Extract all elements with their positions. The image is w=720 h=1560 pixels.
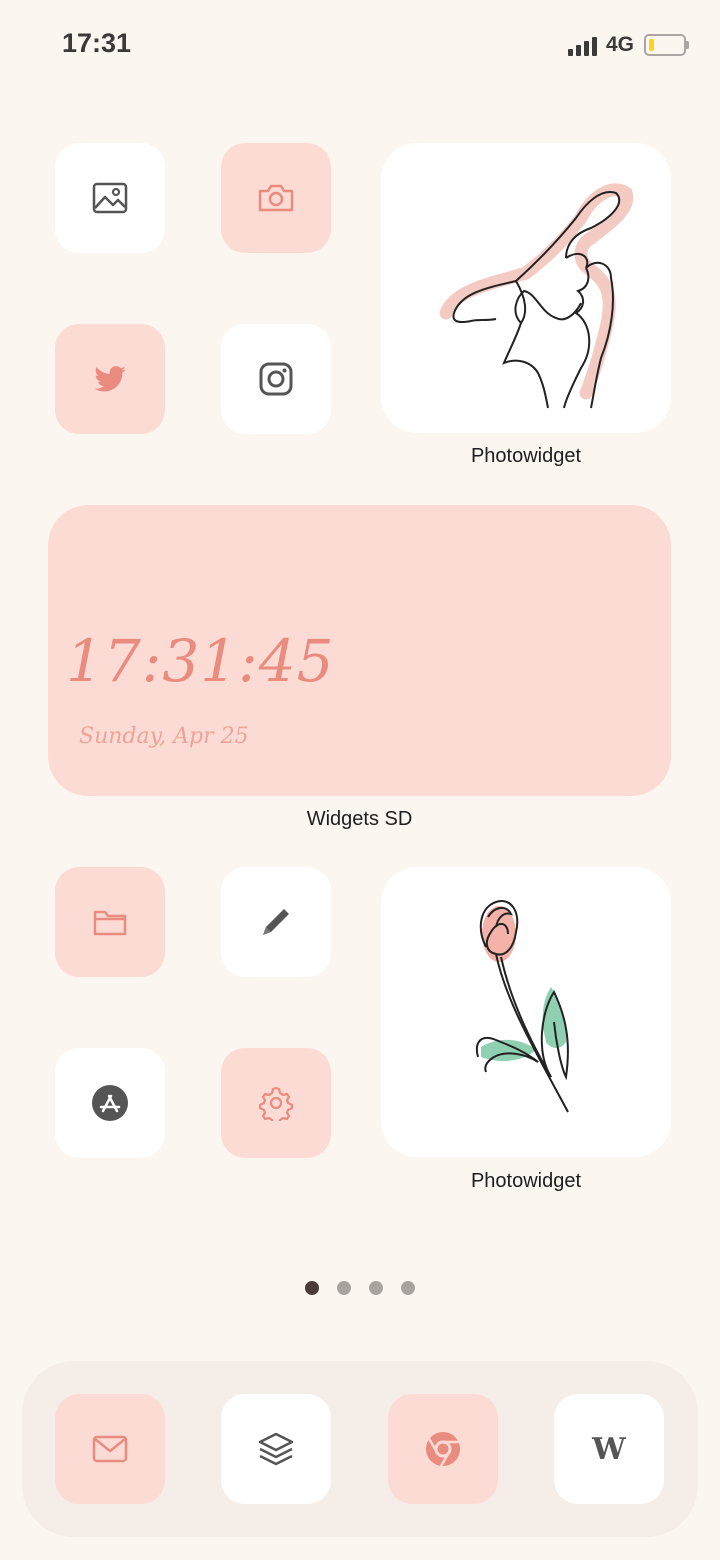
camera-app[interactable] [221, 143, 331, 253]
camera-icon [258, 184, 294, 212]
app-store-icon [92, 1085, 128, 1121]
photo-widget-top-label: Photowidget [470, 445, 582, 467]
battery-icon [644, 34, 689, 56]
gear-icon [258, 1086, 294, 1121]
photos-app[interactable] [55, 143, 165, 253]
line-art-woman-image [439, 183, 634, 409]
status-indicators: 4G [567, 33, 689, 57]
image-icon [92, 182, 128, 214]
pencil-icon [263, 909, 289, 935]
chrome-app[interactable] [388, 1394, 498, 1504]
instagram-icon [259, 362, 293, 396]
network-type: 4G [605, 33, 634, 56]
layers-icon [258, 1432, 294, 1466]
mail-app[interactable] [55, 1394, 165, 1504]
wikipedia-icon: W [592, 1431, 626, 1467]
folder-icon [93, 910, 127, 936]
clock-widget[interactable]: 17:31:45 Sunday, Apr 25 [48, 505, 671, 796]
page-indicator[interactable] [305, 1281, 415, 1295]
settings-app[interactable] [221, 1048, 331, 1158]
signal-icon [567, 34, 597, 56]
page-dot-1[interactable] [305, 1281, 319, 1295]
twitter-app[interactable] [55, 324, 165, 434]
twitter-bird-icon [94, 366, 126, 392]
wikipedia-app[interactable]: W [554, 1394, 664, 1504]
photo-widget-bottom[interactable] [381, 867, 671, 1157]
page-dot-4[interactable] [401, 1281, 415, 1295]
line-art-tulip-image [476, 900, 569, 1113]
layers-app[interactable] [221, 1394, 331, 1504]
clock-date: Sunday, Apr 25 [79, 724, 249, 749]
notes-app[interactable] [221, 867, 331, 977]
mail-icon [92, 1435, 128, 1463]
clock-widget-label: Widgets SD [306, 808, 413, 830]
photo-widget-top[interactable] [381, 143, 671, 433]
photo-widget-bottom-label: Photowidget [470, 1170, 582, 1192]
page-dot-3[interactable] [369, 1281, 383, 1295]
chrome-icon [426, 1432, 460, 1467]
files-app[interactable] [55, 867, 165, 977]
clock-time: 17:31:45 [66, 627, 335, 695]
status-time: 17:31 [62, 28, 132, 58]
page-dot-2[interactable] [337, 1281, 351, 1295]
app-store-app[interactable] [55, 1048, 165, 1158]
instagram-app[interactable] [221, 324, 331, 434]
